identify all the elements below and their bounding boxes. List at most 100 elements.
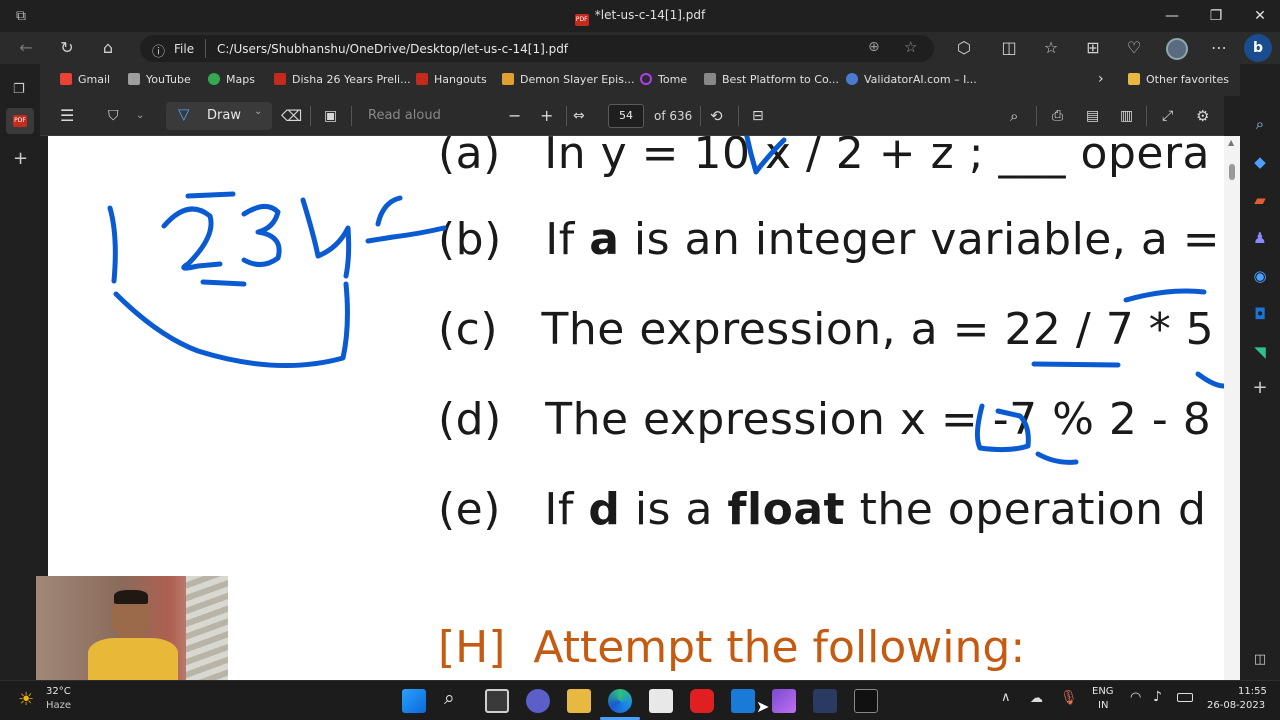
pdf-icon: [416, 73, 428, 85]
settings-gear-icon[interactable]: ⚙: [1196, 96, 1209, 136]
address-bar[interactable]: ⓘ File C:/Users/Shubhanshu/OneDrive/Desk…: [140, 35, 934, 62]
more-options-icon[interactable]: ⋯: [1203, 32, 1235, 64]
tools-briefcase-icon[interactable]: ▰: [1250, 190, 1270, 210]
favorite-demon-slayer[interactable]: Demon Slayer Epis...: [502, 73, 634, 86]
clock-date[interactable]: 26-08-2023: [1207, 700, 1265, 711]
refresh-icon[interactable]: ↻: [51, 32, 83, 64]
sidebar-layout-icon[interactable]: ◫: [1250, 650, 1270, 670]
collections-icon[interactable]: ⊞: [1077, 32, 1109, 64]
search-icon[interactable]: ⌕: [1010, 96, 1018, 136]
close-button[interactable]: ✕: [1238, 0, 1280, 32]
microphone-icon[interactable]: 🎙: [1060, 690, 1078, 706]
volume-icon[interactable]: ♪: [1153, 689, 1162, 705]
shopping-tag-icon[interactable]: ◆: [1250, 152, 1270, 172]
weather-temp[interactable]: 32°C: [46, 686, 71, 697]
app-icon[interactable]: [731, 689, 755, 713]
highlight-icon[interactable]: ⛉: [108, 96, 119, 136]
zoom-icon[interactable]: ⊕: [868, 39, 880, 55]
chevron-right-icon[interactable]: ›: [1098, 71, 1104, 87]
ink-digit-1: [107, 205, 118, 284]
divider: [700, 106, 701, 126]
ink-digit-3: [241, 204, 282, 267]
fullscreen-icon[interactable]: ⤢: [1162, 96, 1173, 136]
ink-digit-4: [300, 197, 352, 279]
dev-app-icon[interactable]: [813, 689, 837, 713]
taskbar: ☀ 32°C Haze ⌕ ➤ ∧ ☁ 🎙 ENG IN ◠ ♪ 11:55 2…: [0, 680, 1280, 720]
save-as-icon[interactable]: ▥: [1120, 96, 1133, 136]
read-aloud-button[interactable]: Read aloud: [368, 96, 441, 136]
teams-chat-icon[interactable]: [526, 689, 550, 713]
restore-button[interactable]: ❐: [1194, 0, 1238, 32]
print-icon[interactable]: ⎙: [1052, 96, 1063, 136]
text-box-icon[interactable]: ▣: [324, 96, 337, 136]
start-icon[interactable]: [402, 689, 426, 713]
wifi-icon[interactable]: ◠: [1130, 690, 1141, 705]
favorite-star-icon[interactable]: ☆: [904, 38, 917, 56]
edge-icon[interactable]: [608, 689, 632, 713]
onedrive-cloud-icon[interactable]: ☁: [1030, 691, 1043, 706]
favorite-hangouts[interactable]: Hangouts: [416, 73, 487, 86]
new-tab-icon[interactable]: +: [13, 148, 28, 169]
microsoft-365-icon[interactable]: ◉: [1250, 266, 1270, 286]
weather-icon[interactable]: ☀: [18, 689, 34, 710]
zoom-in-icon[interactable]: +: [540, 96, 553, 136]
zoom-out-icon[interactable]: −: [508, 96, 521, 136]
scroll-up-icon[interactable]: ▲: [1228, 138, 1234, 147]
file-explorer-icon[interactable]: [567, 689, 591, 713]
minimize-button[interactable]: —: [1150, 0, 1194, 32]
search-icon[interactable]: ⌕: [444, 687, 455, 709]
tab-actions-icon[interactable]: ❐: [13, 82, 25, 97]
url-text[interactable]: C:/Users/Shubhanshu/OneDrive/Desktop/let…: [217, 42, 568, 56]
rotate-icon[interactable]: ⟲: [710, 96, 723, 136]
youtube-icon[interactable]: [690, 689, 714, 713]
draw-label: Draw: [207, 108, 241, 123]
battery-icon[interactable]: [1177, 693, 1193, 702]
terminal-icon[interactable]: [854, 689, 878, 713]
split-screen-icon[interactable]: ◫: [993, 32, 1025, 64]
favorites-icon[interactable]: ☆: [1035, 32, 1067, 64]
outlook-icon[interactable]: ◘: [1250, 304, 1270, 324]
page-view-icon[interactable]: ⊟: [752, 96, 764, 136]
favorite-best-platform[interactable]: Best Platform to Co...: [704, 73, 839, 86]
weather-desc[interactable]: Haze: [46, 700, 71, 711]
fit-width-icon[interactable]: ⇔: [573, 96, 585, 136]
favorite-disha[interactable]: Disha 26 Years Preli...: [274, 73, 411, 86]
draw-button[interactable]: ▽ Draw ⌄: [166, 102, 272, 130]
favorite-tome[interactable]: Tome: [640, 73, 687, 86]
favorite-gmail[interactable]: Gmail: [60, 73, 110, 86]
clock-time[interactable]: 11:55: [1238, 686, 1267, 697]
back-icon[interactable]: ←: [10, 32, 42, 64]
favorite-youtube[interactable]: YouTube: [128, 73, 191, 86]
file-label: File: [174, 42, 195, 56]
games-icon[interactable]: ♟: [1250, 228, 1270, 248]
chevron-down-icon[interactable]: ⌄: [136, 96, 144, 136]
pdf-scrollbar[interactable]: ▲: [1224, 136, 1240, 680]
clipchamp-icon[interactable]: [772, 689, 796, 713]
scrollbar-thumb[interactable]: [1229, 164, 1235, 180]
microsoft-store-icon[interactable]: [649, 689, 673, 713]
other-favorites[interactable]: Other favorites: [1128, 73, 1229, 86]
chevron-down-icon[interactable]: ⌄: [254, 106, 262, 117]
language-code[interactable]: ENG: [1092, 686, 1114, 697]
home-icon[interactable]: ⌂: [92, 32, 124, 64]
language-region[interactable]: IN: [1098, 700, 1108, 711]
search-icon[interactable]: ⌕: [1250, 114, 1270, 134]
drop-icon[interactable]: ◥: [1250, 342, 1270, 362]
info-icon[interactable]: ⓘ: [152, 41, 165, 60]
favorite-maps[interactable]: Maps: [208, 73, 255, 86]
save-icon[interactable]: ▤: [1086, 96, 1099, 136]
bing-copilot-icon[interactable]: b: [1244, 34, 1272, 62]
extensions-icon[interactable]: ⬡: [948, 32, 980, 64]
title-bar: ⧉ PDF *let-us-c-14[1].pdf — ❐ ✕: [0, 0, 1280, 32]
browser-essentials-icon[interactable]: ♡: [1118, 32, 1150, 64]
page-number-input[interactable]: 54: [608, 104, 644, 128]
task-view-icon[interactable]: [485, 689, 509, 713]
eraser-icon[interactable]: ⌫: [281, 96, 302, 136]
profile-avatar[interactable]: [1166, 38, 1188, 60]
contents-icon[interactable]: ☰: [60, 96, 74, 136]
tome-icon: [640, 73, 652, 85]
add-sidebar-app-icon[interactable]: +: [1250, 378, 1270, 398]
tab-pdf[interactable]: PDF: [6, 108, 34, 134]
chevron-up-icon[interactable]: ∧: [1001, 690, 1011, 705]
favorite-validatorai[interactable]: ValidatorAI.com – I...: [846, 73, 977, 86]
